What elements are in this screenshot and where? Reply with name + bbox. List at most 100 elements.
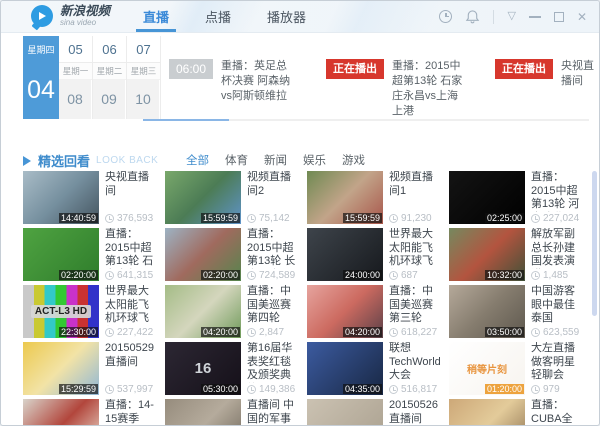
- view-count-number: 537,997: [117, 384, 153, 395]
- minimize-icon[interactable]: [529, 16, 541, 18]
- video-title[interactable]: 世界最大太阳能飞机环球飞行: [105, 285, 157, 326]
- video-card[interactable]: 02:20:00 直播：2015中超第13轮 长春亚泰vs上... 724,58…: [165, 228, 299, 281]
- titlebar-icons: ▽ ✕: [439, 9, 587, 24]
- video-thumbnail[interactable]: [165, 399, 241, 426]
- video-card[interactable]: 20150526直播间: [307, 399, 441, 426]
- video-card[interactable]: 14:40:59 央视直播间 376,593: [23, 171, 157, 224]
- video-title[interactable]: 直播：2015中超第13轮 长春亚泰vs上...: [247, 228, 299, 269]
- video-title[interactable]: 视频直播间2: [247, 171, 299, 198]
- video-thumbnail[interactable]: 10:32:00: [449, 228, 525, 281]
- video-title[interactable]: 直播：2015中超第13轮 石家庄永昌vs...: [105, 228, 157, 269]
- video-title[interactable]: 大左直播做客明星轻聊会: [531, 342, 583, 383]
- calendar-selected-day[interactable]: 星期四 04: [23, 36, 59, 119]
- duration-badge: 10:32:00: [485, 270, 524, 280]
- schedule-item[interactable]: 正在播出 央视直播间: [495, 59, 599, 119]
- video-thumbnail[interactable]: 04:20:00: [307, 285, 383, 338]
- video-card[interactable]: 稍等片刻 01:20:00 大左直播做客明星轻聊会 979: [449, 342, 583, 395]
- video-card[interactable]: ACT-L3 HD 22:30:00 世界最大太阳能飞机环球飞行 227,422: [23, 285, 157, 338]
- history-clock-icon[interactable]: [439, 10, 452, 23]
- video-card[interactable]: 04:20:00 直播：中国美巡赛第四轮 2,847: [165, 285, 299, 338]
- schedule-program-title[interactable]: 央视直播间: [561, 59, 599, 89]
- video-card[interactable]: 03:50:00 中国游客眼中最佳泰国 623,559: [449, 285, 583, 338]
- schedule-program-title[interactable]: 重播：2015中超第13轮 石家庄永昌vs上海上港: [392, 59, 467, 119]
- video-title[interactable]: 直播：14-15赛季NBA季后赛 火箭vs...: [105, 399, 157, 426]
- view-count: 227,024: [531, 213, 583, 224]
- video-thumbnail[interactable]: 02:20:00: [165, 228, 241, 281]
- calendar-day-column[interactable]: 07 星期三 10: [127, 36, 161, 119]
- video-card[interactable]: 04:35:00 联想TechWorld大会 516,817: [307, 342, 441, 395]
- schedule-scroll-indicator[interactable]: [143, 119, 229, 121]
- video-title[interactable]: 中国游客眼中最佳泰国: [531, 285, 583, 326]
- video-title[interactable]: 20150526直播间: [389, 399, 441, 426]
- calendar-day-column[interactable]: 05 星期一 08: [59, 36, 93, 119]
- video-title[interactable]: 视频直播间1: [389, 171, 441, 198]
- calendar-day-column[interactable]: 06 星期二 09: [93, 36, 127, 119]
- calendar-day-number[interactable]: 07: [127, 36, 160, 63]
- video-title[interactable]: 20150529直播间: [105, 342, 157, 369]
- video-card[interactable]: 02:20:00 直播：2015中超第13轮 石家庄永昌vs... 641,31…: [23, 228, 157, 281]
- video-card[interactable]: 04:20:00 直播：中国美巡赛第三轮 618,227: [307, 285, 441, 338]
- view-count-number: 2,847: [259, 327, 284, 338]
- main-tab[interactable]: 点播: [198, 1, 238, 32]
- vertical-scrollbar[interactable]: [592, 171, 597, 316]
- video-title[interactable]: 直播：中国美巡赛第三轮: [389, 285, 441, 326]
- app-logo[interactable]: 新浪视频 sina video: [31, 5, 110, 28]
- maximize-icon[interactable]: [554, 12, 564, 22]
- calendar-day-number[interactable]: 05: [59, 36, 92, 63]
- video-thumbnail[interactable]: [449, 399, 525, 426]
- video-thumbnail[interactable]: 04:20:00: [165, 285, 241, 338]
- video-thumbnail[interactable]: 02:20:00: [23, 228, 99, 281]
- video-card[interactable]: 直播：14-15赛季NBA季后赛 火箭vs...: [23, 399, 157, 426]
- video-thumbnail[interactable]: 15:59:59: [307, 171, 383, 224]
- schedule-item[interactable]: 06:00 重播：英足总杯决赛 阿森纳vs阿斯顿维拉: [169, 59, 298, 119]
- video-title[interactable]: 联想TechWorld大会: [389, 342, 441, 383]
- video-title[interactable]: 直播：中国美巡赛第四轮: [247, 285, 299, 326]
- video-thumbnail[interactable]: 03:50:00: [449, 285, 525, 338]
- duration-badge: 04:35:00: [343, 384, 382, 394]
- main-tab[interactable]: 播放器: [260, 1, 313, 32]
- video-thumbnail[interactable]: 02:25:00: [449, 171, 525, 224]
- calendar-day-number[interactable]: 10: [127, 80, 160, 119]
- video-thumbnail[interactable]: [23, 399, 99, 426]
- schedule-scroll-track[interactable]: [143, 119, 589, 121]
- video-card[interactable]: 15:29:59 20150529直播间 537,997: [23, 342, 157, 395]
- video-thumbnail[interactable]: 24:00:00: [307, 228, 383, 281]
- video-title[interactable]: 直播间 中国的军事战略: [247, 399, 299, 426]
- video-card[interactable]: 02:25:00 直播：2015中超第13轮 河南建业vs江... 227,02…: [449, 171, 583, 224]
- schedule-item[interactable]: 正在播出 重播：2015中超第13轮 石家庄永昌vs上海上港: [326, 59, 467, 119]
- video-card[interactable]: 15:59:59 视频直播间1 91,230: [307, 171, 441, 224]
- video-thumbnail[interactable]: 15:59:59: [165, 171, 241, 224]
- bell-icon[interactable]: [465, 9, 480, 24]
- titlebar: 新浪视频 sina video 直播 点播 播放器 ▽ ✕: [1, 1, 599, 33]
- clock-icon: [531, 385, 540, 394]
- video-title[interactable]: 直播：2015中超第13轮 河南建业vs江...: [531, 171, 583, 212]
- video-card[interactable]: 直播：CUBA全国16强赛 华侨大学vs...: [449, 399, 583, 426]
- video-thumbnail[interactable]: 04:35:00: [307, 342, 383, 395]
- calendar-day-number[interactable]: 08: [59, 80, 92, 119]
- video-thumbnail[interactable]: 稍等片刻 01:20:00: [449, 342, 525, 395]
- video-title[interactable]: 央视直播间: [105, 171, 157, 198]
- video-title[interactable]: 世界最大太阳能飞机环球飞行: [389, 228, 441, 269]
- schedule-badge: 正在播出: [495, 59, 553, 79]
- video-thumbnail[interactable]: [307, 399, 383, 426]
- video-card[interactable]: 10:32:00 解放军副总长孙建国发表演讲 1,485: [449, 228, 583, 281]
- main-tab[interactable]: 直播: [136, 1, 176, 32]
- schedule-program-title[interactable]: 重播：英足总杯决赛 阿森纳vs阿斯顿维拉: [221, 59, 298, 104]
- video-thumbnail[interactable]: 15:29:59: [23, 342, 99, 395]
- close-icon[interactable]: ✕: [577, 11, 587, 23]
- video-card[interactable]: 15:59:59 视频直播间2 75,142: [165, 171, 299, 224]
- video-card[interactable]: 16 05:30:00 第16届华表奖红毯及颁奖典礼 149,386: [165, 342, 299, 395]
- view-count-number: 641,315: [117, 270, 153, 281]
- video-thumbnail[interactable]: ACT-L3 HD 22:30:00: [23, 285, 99, 338]
- calendar-day-number[interactable]: 06: [93, 36, 126, 63]
- fold-up-icon[interactable]: ▽: [507, 11, 515, 22]
- calendar-day-number[interactable]: 09: [93, 80, 126, 119]
- video-card[interactable]: 直播间 中国的军事战略: [165, 399, 299, 426]
- duration-badge: 24:00:00: [343, 270, 382, 280]
- video-thumbnail[interactable]: 16 05:30:00: [165, 342, 241, 395]
- video-title[interactable]: 解放军副总长孙建国发表演讲: [531, 228, 583, 269]
- video-title[interactable]: 直播：CUBA全国16强赛 华侨大学vs...: [531, 399, 583, 426]
- video-thumbnail[interactable]: 14:40:59: [23, 171, 99, 224]
- video-card[interactable]: 24:00:00 世界最大太阳能飞机环球飞行 687: [307, 228, 441, 281]
- video-title[interactable]: 第16届华表奖红毯及颁奖典礼: [247, 342, 299, 383]
